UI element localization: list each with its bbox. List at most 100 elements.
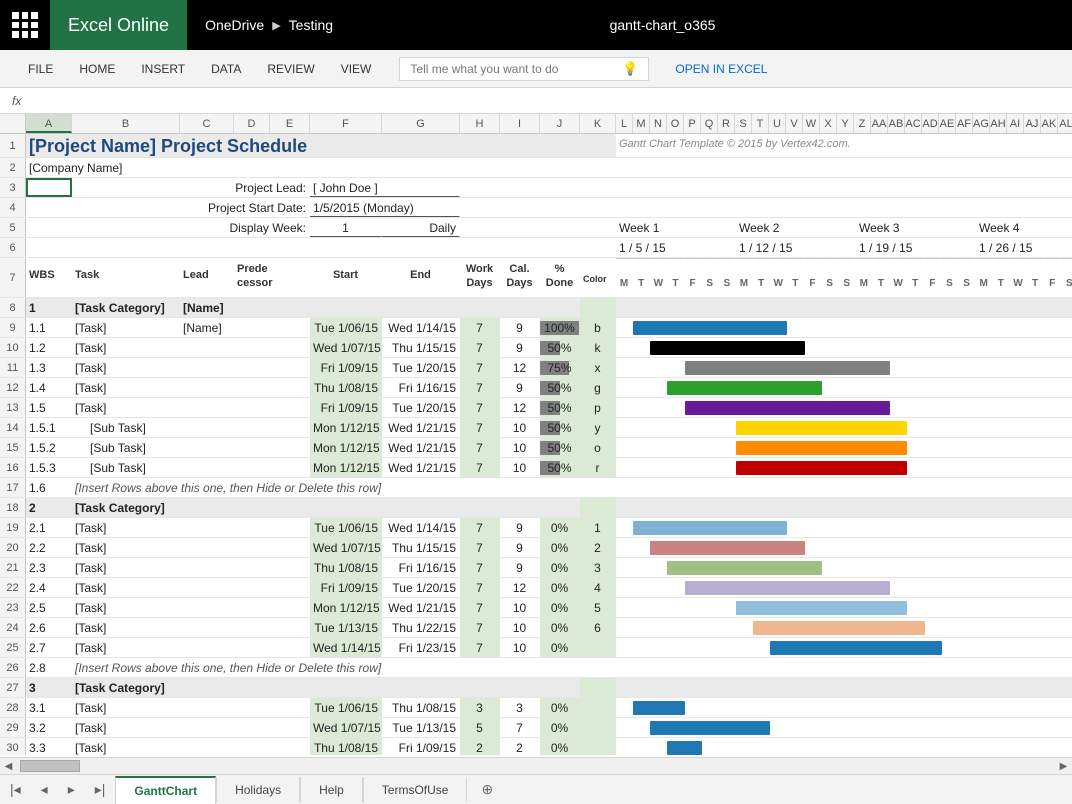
workdays-cell[interactable]: 7 — [460, 378, 500, 397]
row-header[interactable]: 6 — [0, 238, 26, 257]
wbs-cell[interactable]: 2.4 — [26, 578, 72, 597]
pred-cell[interactable] — [234, 698, 270, 717]
task-cell[interactable]: [Task] — [72, 518, 180, 537]
task-cell[interactable]: [Task] — [72, 538, 180, 557]
end-cell[interactable]: Tue 1/20/15 — [382, 398, 460, 417]
row-header[interactable]: 17 — [0, 478, 26, 497]
col-header[interactable]: AK — [1041, 114, 1058, 133]
workdays-cell[interactable]: 7 — [460, 638, 500, 657]
cell[interactable] — [270, 678, 310, 697]
pred-cell[interactable] — [234, 298, 270, 317]
task-cell[interactable]: [Task] — [72, 358, 180, 377]
workdays-cell[interactable]: 7 — [460, 338, 500, 357]
start-cell[interactable]: Fri 1/09/15 — [310, 398, 382, 417]
cell[interactable] — [72, 178, 180, 197]
cell[interactable] — [270, 438, 310, 457]
caldays-cell[interactable]: 12 — [500, 358, 540, 377]
col-header[interactable]: J — [540, 114, 580, 133]
done-cell[interactable]: 50% — [540, 338, 580, 357]
row-header[interactable]: 10 — [0, 338, 26, 357]
cell[interactable] — [270, 598, 310, 617]
end-cell[interactable]: Wed 1/21/15 — [382, 598, 460, 617]
lead-cell[interactable]: [Name] — [180, 318, 234, 337]
workdays-cell[interactable]: 7 — [460, 578, 500, 597]
col-header[interactable]: AJ — [1024, 114, 1041, 133]
color-cell[interactable]: x — [580, 358, 616, 377]
row-header[interactable]: 23 — [0, 598, 26, 617]
start-cell[interactable]: Wed 1/14/15 — [310, 638, 382, 657]
cell[interactable] — [26, 238, 616, 257]
wbs-cell[interactable]: 1.4 — [26, 378, 72, 397]
col-header[interactable]: AI — [1007, 114, 1024, 133]
col-header[interactable]: I — [500, 114, 540, 133]
project-start-value[interactable]: 1/5/2015 (Monday) — [310, 198, 460, 217]
display-week-value[interactable]: 1 — [310, 218, 382, 237]
color-cell[interactable]: p — [580, 398, 616, 417]
row-header[interactable]: 25 — [0, 638, 26, 657]
wbs-cell[interactable]: 3.2 — [26, 718, 72, 737]
col-header[interactable]: AA — [871, 114, 888, 133]
wbs-cell[interactable]: 1.6 — [26, 478, 72, 497]
start-cell[interactable]: Wed 1/07/15 — [310, 538, 382, 557]
workdays-cell[interactable]: 7 — [460, 398, 500, 417]
row-header[interactable]: 5 — [0, 218, 26, 237]
col-header[interactable]: A — [26, 114, 72, 133]
end-cell[interactable]: Fri 1/16/15 — [382, 378, 460, 397]
end-cell[interactable]: Wed 1/21/15 — [382, 418, 460, 437]
row-header[interactable]: 2 — [0, 158, 26, 177]
workdays-cell[interactable]: 7 — [460, 438, 500, 457]
workdays-cell[interactable]: 7 — [460, 518, 500, 537]
lead-cell[interactable] — [180, 418, 234, 437]
cell[interactable] — [270, 298, 310, 317]
end-cell[interactable]: Wed 1/14/15 — [382, 518, 460, 537]
lead-cell[interactable] — [180, 578, 234, 597]
cell[interactable] — [270, 398, 310, 417]
start-cell[interactable]: Wed 1/07/15 — [310, 718, 382, 737]
pred-cell[interactable] — [234, 358, 270, 377]
workdays-cell[interactable]: 7 — [460, 418, 500, 437]
task-cell[interactable]: [Task] — [72, 598, 180, 617]
color-cell[interactable]: r — [580, 458, 616, 477]
cell[interactable] — [270, 458, 310, 477]
start-cell[interactable]: Mon 1/12/15 — [310, 458, 382, 477]
cell[interactable] — [72, 198, 180, 217]
done-cell[interactable]: 50% — [540, 438, 580, 457]
sheet-tab-help[interactable]: Help — [300, 777, 363, 803]
caldays-cell[interactable]: 9 — [500, 558, 540, 577]
col-header[interactable]: B — [72, 114, 180, 133]
color-cell[interactable]: o — [580, 438, 616, 457]
lead-cell[interactable] — [180, 698, 234, 717]
start-cell[interactable]: Mon 1/12/15 — [310, 438, 382, 457]
wbs-cell[interactable]: 1 — [26, 298, 72, 317]
cell[interactable] — [270, 738, 310, 755]
end-cell[interactable]: Tue 1/20/15 — [382, 578, 460, 597]
row-header[interactable]: 24 — [0, 618, 26, 637]
wbs-cell[interactable]: 3.3 — [26, 738, 72, 755]
pred-cell[interactable] — [234, 558, 270, 577]
workdays-cell[interactable]: 7 — [460, 558, 500, 577]
cell[interactable] — [270, 318, 310, 337]
lead-cell[interactable] — [180, 738, 234, 755]
wbs-cell[interactable]: 2.5 — [26, 598, 72, 617]
wbs-cell[interactable]: 1.1 — [26, 318, 72, 337]
col-header[interactable]: AD — [922, 114, 939, 133]
row-header[interactable]: 22 — [0, 578, 26, 597]
caldays-cell[interactable]: 9 — [500, 378, 540, 397]
task-cell[interactable]: [Task] — [72, 638, 180, 657]
sheet-tab-holidays[interactable]: Holidays — [216, 777, 300, 803]
wbs-cell[interactable]: 1.5.3 — [26, 458, 72, 477]
tab-nav-next-icon[interactable]: ▸ — [58, 781, 85, 798]
done-cell[interactable]: 100% — [540, 318, 580, 337]
pred-cell[interactable] — [234, 378, 270, 397]
color-cell[interactable]: y — [580, 418, 616, 437]
start-cell[interactable]: Fri 1/09/15 — [310, 358, 382, 377]
start-cell[interactable]: Mon 1/12/15 — [310, 418, 382, 437]
cell[interactable] — [270, 378, 310, 397]
lead-cell[interactable] — [180, 618, 234, 637]
lead-cell[interactable] — [180, 378, 234, 397]
cell[interactable] — [270, 638, 310, 657]
cell[interactable] — [270, 558, 310, 577]
col-header[interactable]: W — [803, 114, 820, 133]
cell[interactable] — [270, 698, 310, 717]
start-cell[interactable] — [310, 298, 382, 317]
